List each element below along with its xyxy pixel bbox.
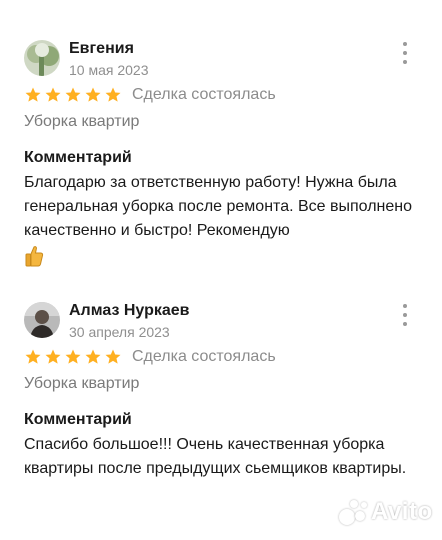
star-icon bbox=[85, 349, 101, 364]
comment-text: Спасибо большое!!! Очень качественная уб… bbox=[24, 433, 419, 481]
comment-body: Спасибо большое!!! Очень качественная уб… bbox=[24, 436, 407, 477]
star-icon bbox=[65, 349, 81, 364]
avatar[interactable] bbox=[24, 40, 60, 76]
comment-body: Благодарю за ответственную работу! Нужна… bbox=[24, 174, 413, 239]
rating-row: Сделка состоялась bbox=[24, 83, 442, 107]
star-icon bbox=[65, 87, 81, 102]
star-icon bbox=[105, 87, 121, 102]
star-icon bbox=[25, 87, 41, 102]
review-card: Евгения 10 мая 2023 Сделка состоялась Уб… bbox=[0, 38, 442, 267]
thumbs-up-icon bbox=[25, 246, 44, 267]
review-card: Алмаз Нуркаев 30 апреля 2023 Сделка сост… bbox=[0, 300, 442, 481]
service-name: Уборка квартир bbox=[24, 375, 140, 392]
review-header: Алмаз Нуркаев 30 апреля 2023 bbox=[0, 300, 442, 344]
rating-stars bbox=[24, 348, 122, 366]
review-date: 30 апреля 2023 bbox=[69, 324, 170, 340]
deal-status: Сделка состоялась bbox=[132, 348, 276, 365]
deal-status: Сделка состоялась bbox=[132, 86, 276, 103]
avito-watermark: Avito bbox=[337, 497, 433, 527]
comment-title: Комментарий bbox=[24, 411, 132, 428]
comment-title: Комментарий bbox=[24, 149, 132, 166]
service-name: Уборка квартир bbox=[24, 113, 140, 130]
comment-text: Благодарю за ответственную работу! Нужна… bbox=[24, 171, 419, 267]
review-date: 10 мая 2023 bbox=[69, 62, 149, 78]
star-icon bbox=[105, 349, 121, 364]
star-icon bbox=[45, 87, 61, 102]
author-name[interactable]: Евгения bbox=[69, 40, 134, 58]
star-icon bbox=[85, 87, 101, 102]
star-icon bbox=[45, 349, 61, 364]
avatar[interactable] bbox=[24, 302, 60, 338]
star-icon bbox=[25, 349, 41, 364]
rating-row: Сделка состоялась bbox=[24, 345, 442, 369]
more-vertical-icon[interactable] bbox=[400, 42, 410, 64]
more-vertical-icon[interactable] bbox=[400, 304, 410, 326]
author-name[interactable]: Алмаз Нуркаев bbox=[69, 302, 190, 320]
review-header: Евгения 10 мая 2023 bbox=[0, 38, 442, 82]
rating-stars bbox=[24, 86, 122, 104]
watermark-text: Avito bbox=[371, 498, 433, 525]
avito-logo-icon bbox=[337, 497, 369, 527]
